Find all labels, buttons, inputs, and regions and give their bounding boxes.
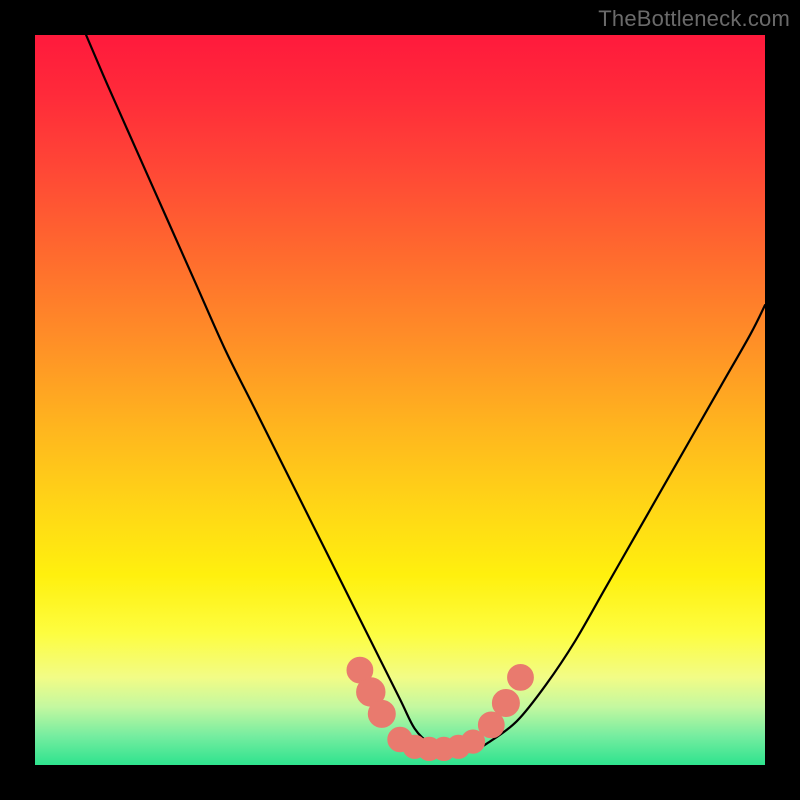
curve-marker — [368, 700, 395, 727]
watermark-text: TheBottleneck.com — [598, 6, 790, 32]
plot-area — [35, 35, 765, 765]
bottleneck-curve — [86, 35, 765, 751]
chart-frame: TheBottleneck.com — [0, 0, 800, 800]
curve-marker — [508, 665, 534, 691]
bottleneck-curve-svg — [35, 35, 765, 765]
marker-group — [347, 657, 533, 760]
curve-marker — [478, 712, 504, 738]
curve-marker — [492, 690, 519, 717]
